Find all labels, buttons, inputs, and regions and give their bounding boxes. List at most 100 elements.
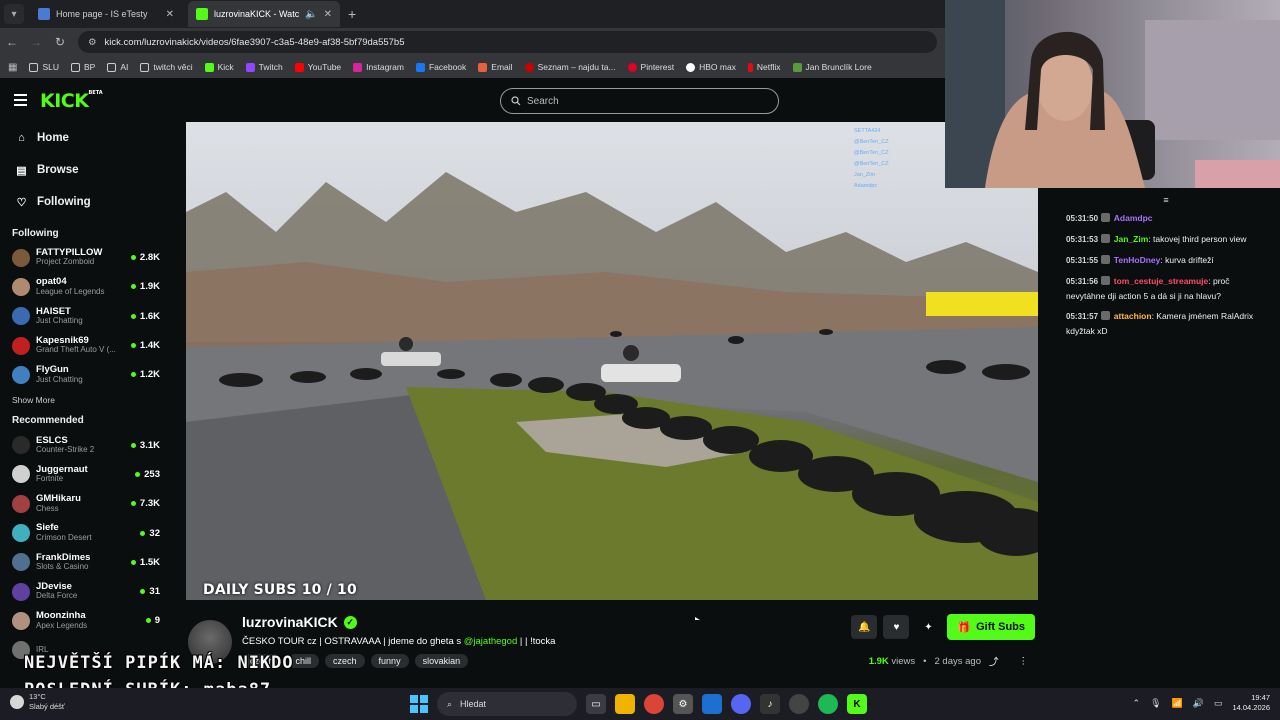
show-more-link[interactable]: Show More <box>0 395 168 405</box>
mute-tab-icon[interactable]: 🔈 <box>305 9 317 20</box>
follow-heart-icon[interactable]: ♥ <box>883 615 910 639</box>
address-bar-row: ← → ↻ ⚙ kick.com/luzrovinakick/videos/6f… <box>0 28 945 56</box>
share-icon[interactable]: ⤴ <box>989 654 999 668</box>
channel-item[interactable]: FATTYPILLOW Project Zomboid 2.8K <box>0 243 168 272</box>
spotify-icon[interactable] <box>818 694 838 714</box>
bookmark-hbo-max[interactable]: HBO max <box>686 62 736 72</box>
streamer-name[interactable]: luzrovinaKICK ✓ <box>242 614 357 630</box>
bookmark-facebook[interactable]: Facebook <box>415 62 466 72</box>
chat-filter-icon[interactable]: ≡ <box>1052 190 1280 210</box>
sidebar: ⌂ Home ▤ Browse ♡ Following Following FATTY… <box>0 122 168 688</box>
forward-icon[interactable]: → <box>24 35 48 49</box>
live-dot-icon <box>140 589 146 595</box>
stream-tag[interactable]: slovakian <box>414 654 469 668</box>
video-player[interactable]: SETTA424 @BenTen_CZ @BenTen_CZ @BenTen_CZ Ja… <box>186 122 1038 600</box>
more-options-icon[interactable]: ⋮ <box>1019 656 1029 667</box>
bookmark-kick[interactable]: Kick <box>204 62 234 72</box>
channel-item[interactable]: GMHikaru Chess 7.3K <box>0 489 168 518</box>
wifi-icon[interactable]: 📶 <box>1172 698 1183 709</box>
weather-widget[interactable]: 13°C Slabý déšť <box>10 692 65 712</box>
mention-link[interactable]: @jajathegod <box>464 636 518 647</box>
bookmark-netflix[interactable]: Netflix <box>747 62 781 72</box>
gift-subs-button[interactable]: 🎁 Gift Subs <box>947 614 1035 640</box>
channel-item[interactable]: Kapesnik69 Grand Theft Auto V (... 1.4K <box>0 331 168 360</box>
tab-search-button[interactable]: ▾ <box>4 4 24 24</box>
bookmark-jan-brunclik[interactable]: Jan Brunclík Lore <box>792 62 872 72</box>
bookmark-email[interactable]: Email <box>478 62 513 72</box>
site-info-icon[interactable]: ⚙ <box>88 37 97 48</box>
windows-start-icon[interactable] <box>410 695 428 713</box>
menu-icon[interactable] <box>14 94 27 106</box>
channel-category: Apex Legends <box>36 621 88 630</box>
chat-badge-icon <box>1101 276 1111 285</box>
discord-icon[interactable] <box>731 694 751 714</box>
chat-text: : kurva drifteží <box>1160 255 1214 265</box>
bookmark-ai[interactable]: AI <box>107 62 128 72</box>
new-tab-button[interactable]: + <box>348 6 356 22</box>
task-view-icon[interactable]: ▭ <box>586 694 606 714</box>
chat-username[interactable]: TenHoDney <box>1114 255 1161 265</box>
nav-browse[interactable]: ▤ Browse <box>0 154 168 186</box>
tab-is-etesty[interactable]: Home page - IS eTesty ✕ <box>30 1 182 27</box>
tab-kick-video[interactable]: luzrovinaKICK - Watch the Video 🔈 ✕ <box>188 1 340 27</box>
chat-username[interactable]: attachion <box>1114 311 1152 321</box>
twitch-icon <box>245 62 255 72</box>
channel-item[interactable]: FrankDimes Slots & Casino 1.5K <box>0 548 168 577</box>
bookmark-youtube[interactable]: YouTube <box>294 62 341 72</box>
channel-avatar <box>12 365 30 384</box>
channel-item[interactable]: Juggernaut Fortnite 253 <box>0 460 168 489</box>
kick-app-icon[interactable]: K <box>847 694 867 714</box>
file-explorer-icon[interactable] <box>615 694 635 714</box>
chat-username[interactable]: tom_cestuje_streamuje <box>1114 276 1209 286</box>
channel-name: JDevise <box>36 582 72 592</box>
sparkle-icon[interactable]: ✦ <box>915 615 941 639</box>
stream-tag[interactable]: czech <box>325 654 365 668</box>
chat-timestamp: 05:31:53 <box>1066 235 1099 244</box>
music-icon[interactable]: ♪ <box>760 694 780 714</box>
channel-item[interactable]: HAISET Just Chatting 1.6K <box>0 302 168 331</box>
close-tab-icon[interactable]: ✕ <box>324 9 332 20</box>
notification-bell-icon[interactable]: 🔔 <box>851 615 878 639</box>
chevron-up-icon[interactable]: ⌃ <box>1133 698 1141 709</box>
battery-icon[interactable]: ▭ <box>1214 698 1223 709</box>
nav-following[interactable]: ♡ Following <box>0 186 168 218</box>
clock[interactable]: 19:47 14.04.2026 <box>1232 693 1270 713</box>
volume-icon[interactable]: 🔊 <box>1193 698 1204 709</box>
microphone-icon[interactable]: 🎙 <box>1150 698 1161 709</box>
photos-icon[interactable] <box>702 694 722 714</box>
channel-item[interactable]: Moonzinha Apex Legends 9 <box>0 606 168 635</box>
search-input[interactable] <box>527 95 778 107</box>
channel-item[interactable]: ESLCS Counter-Strike 2 3.1K <box>0 430 168 459</box>
bookmark-twitch[interactable]: Twitch <box>245 62 283 72</box>
chrome-icon[interactable] <box>644 694 664 714</box>
chat-username[interactable]: Adamdpc <box>1114 213 1153 223</box>
steam-icon[interactable] <box>789 694 809 714</box>
bookmark-pinterest[interactable]: Pinterest <box>627 62 674 72</box>
kick-logo[interactable]: KICKBETA <box>40 90 103 112</box>
chat-username[interactable]: Jan_Zim <box>1114 234 1149 244</box>
viewer-count: 253 <box>135 469 160 480</box>
channel-item[interactable]: Siefe Crimson Desert 32 <box>0 518 168 547</box>
channel-item[interactable]: JDevise Delta Force 31 <box>0 577 168 606</box>
viewer-count: 32 <box>140 528 160 539</box>
apps-icon[interactable]: ▦ <box>8 62 17 73</box>
url-field[interactable]: ⚙ kick.com/luzrovinakick/videos/6fae3907… <box>78 31 937 53</box>
bookmark-slu[interactable]: SLU <box>29 62 59 72</box>
stream-actions: 🔔 ♥ ✦ 🎁 Gift Subs <box>851 614 1035 640</box>
reload-icon[interactable]: ↻ <box>48 35 72 49</box>
video-frame <box>186 122 1038 600</box>
taskbar-search[interactable]: ⌕ Hledat <box>437 692 577 716</box>
bookmark-twitch-veci[interactable]: twitch věci <box>140 62 193 72</box>
nav-home[interactable]: ⌂ Home <box>0 122 168 154</box>
stream-tag[interactable]: funny <box>370 654 409 668</box>
settings-icon[interactable]: ⚙ <box>673 694 693 714</box>
bookmark-instagram[interactable]: Instagram <box>353 62 404 72</box>
channel-item[interactable]: FlyGun Just Chatting 1.2K <box>0 360 168 389</box>
channel-item[interactable]: opat04 League of Legends 1.9K <box>0 272 168 301</box>
bookmark-bp[interactable]: BP <box>71 62 95 72</box>
search-bar[interactable] <box>500 88 779 114</box>
close-tab-icon[interactable]: ✕ <box>166 9 174 20</box>
bookmark-seznam[interactable]: Seznam – najdu ta... <box>524 62 616 72</box>
back-icon[interactable]: ← <box>0 35 24 49</box>
webcam-overlay <box>945 0 1280 188</box>
